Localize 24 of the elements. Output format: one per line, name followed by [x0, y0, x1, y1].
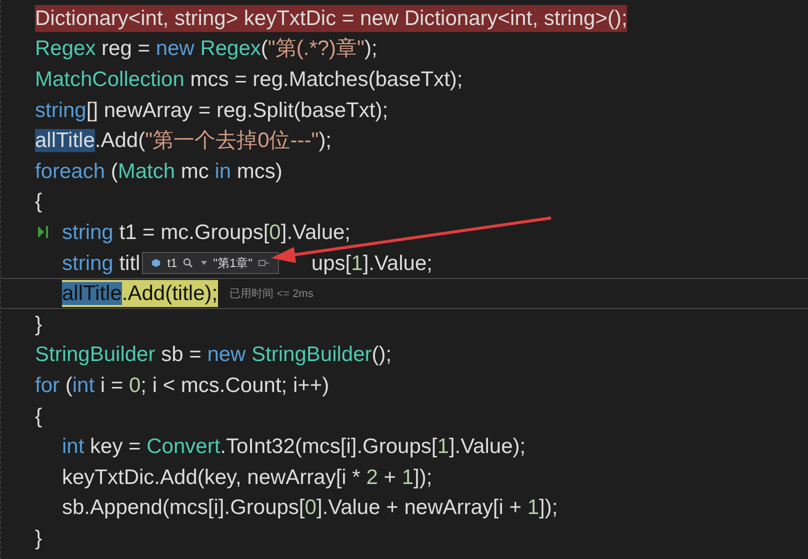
variable-name: t1 [167, 256, 178, 270]
code-line: allTitle.Add("第一个去掉0位---"); [35, 128, 332, 154]
code-line: ups[1].Value; [311, 250, 432, 277]
code-line: keyTxtDic.Add(key, newArray[i * 2 + 1]); [62, 464, 432, 491]
code-line: } [35, 526, 42, 552]
code-line: MatchCollection mcs = reg.Matches(baseTxt); [35, 66, 463, 93]
code-line: sb.Append(mcs[i].Groups[0].Value + newArray[i + 1]); [62, 495, 558, 522]
code-line: int key = Convert.ToInt32(mcs[i].Groups[1].Value); [62, 434, 526, 460]
code-line: { [35, 404, 42, 430]
code-line: string[] newArray = reg.Split(baseTxt); [35, 98, 388, 124]
code-line: string t1 = mc.Groups[0].Value; [62, 220, 351, 246]
data-tip[interactable]: t1 "第1章" [142, 252, 280, 274]
code-line: { [35, 189, 42, 216]
code-line: for (int i = 0; i < mcs.Count; i++) [35, 372, 330, 399]
code-line: } [35, 312, 42, 338]
code-line: string titl [62, 250, 140, 277]
elapsed-time-tip: 已用时间 <= 2ms [230, 287, 314, 302]
code-line: Regex reg = new Regex("第(.*?)章"); [35, 36, 378, 62]
caret-icon[interactable] [201, 261, 208, 266]
pin-icon[interactable] [258, 259, 270, 268]
code-line: StringBuilder sb = new StringBuilder(); [35, 342, 392, 368]
variable-value: "第1章" [213, 254, 252, 272]
code-line: foreach (Match mc in mcs) [35, 158, 282, 185]
variable-icon [151, 258, 162, 268]
